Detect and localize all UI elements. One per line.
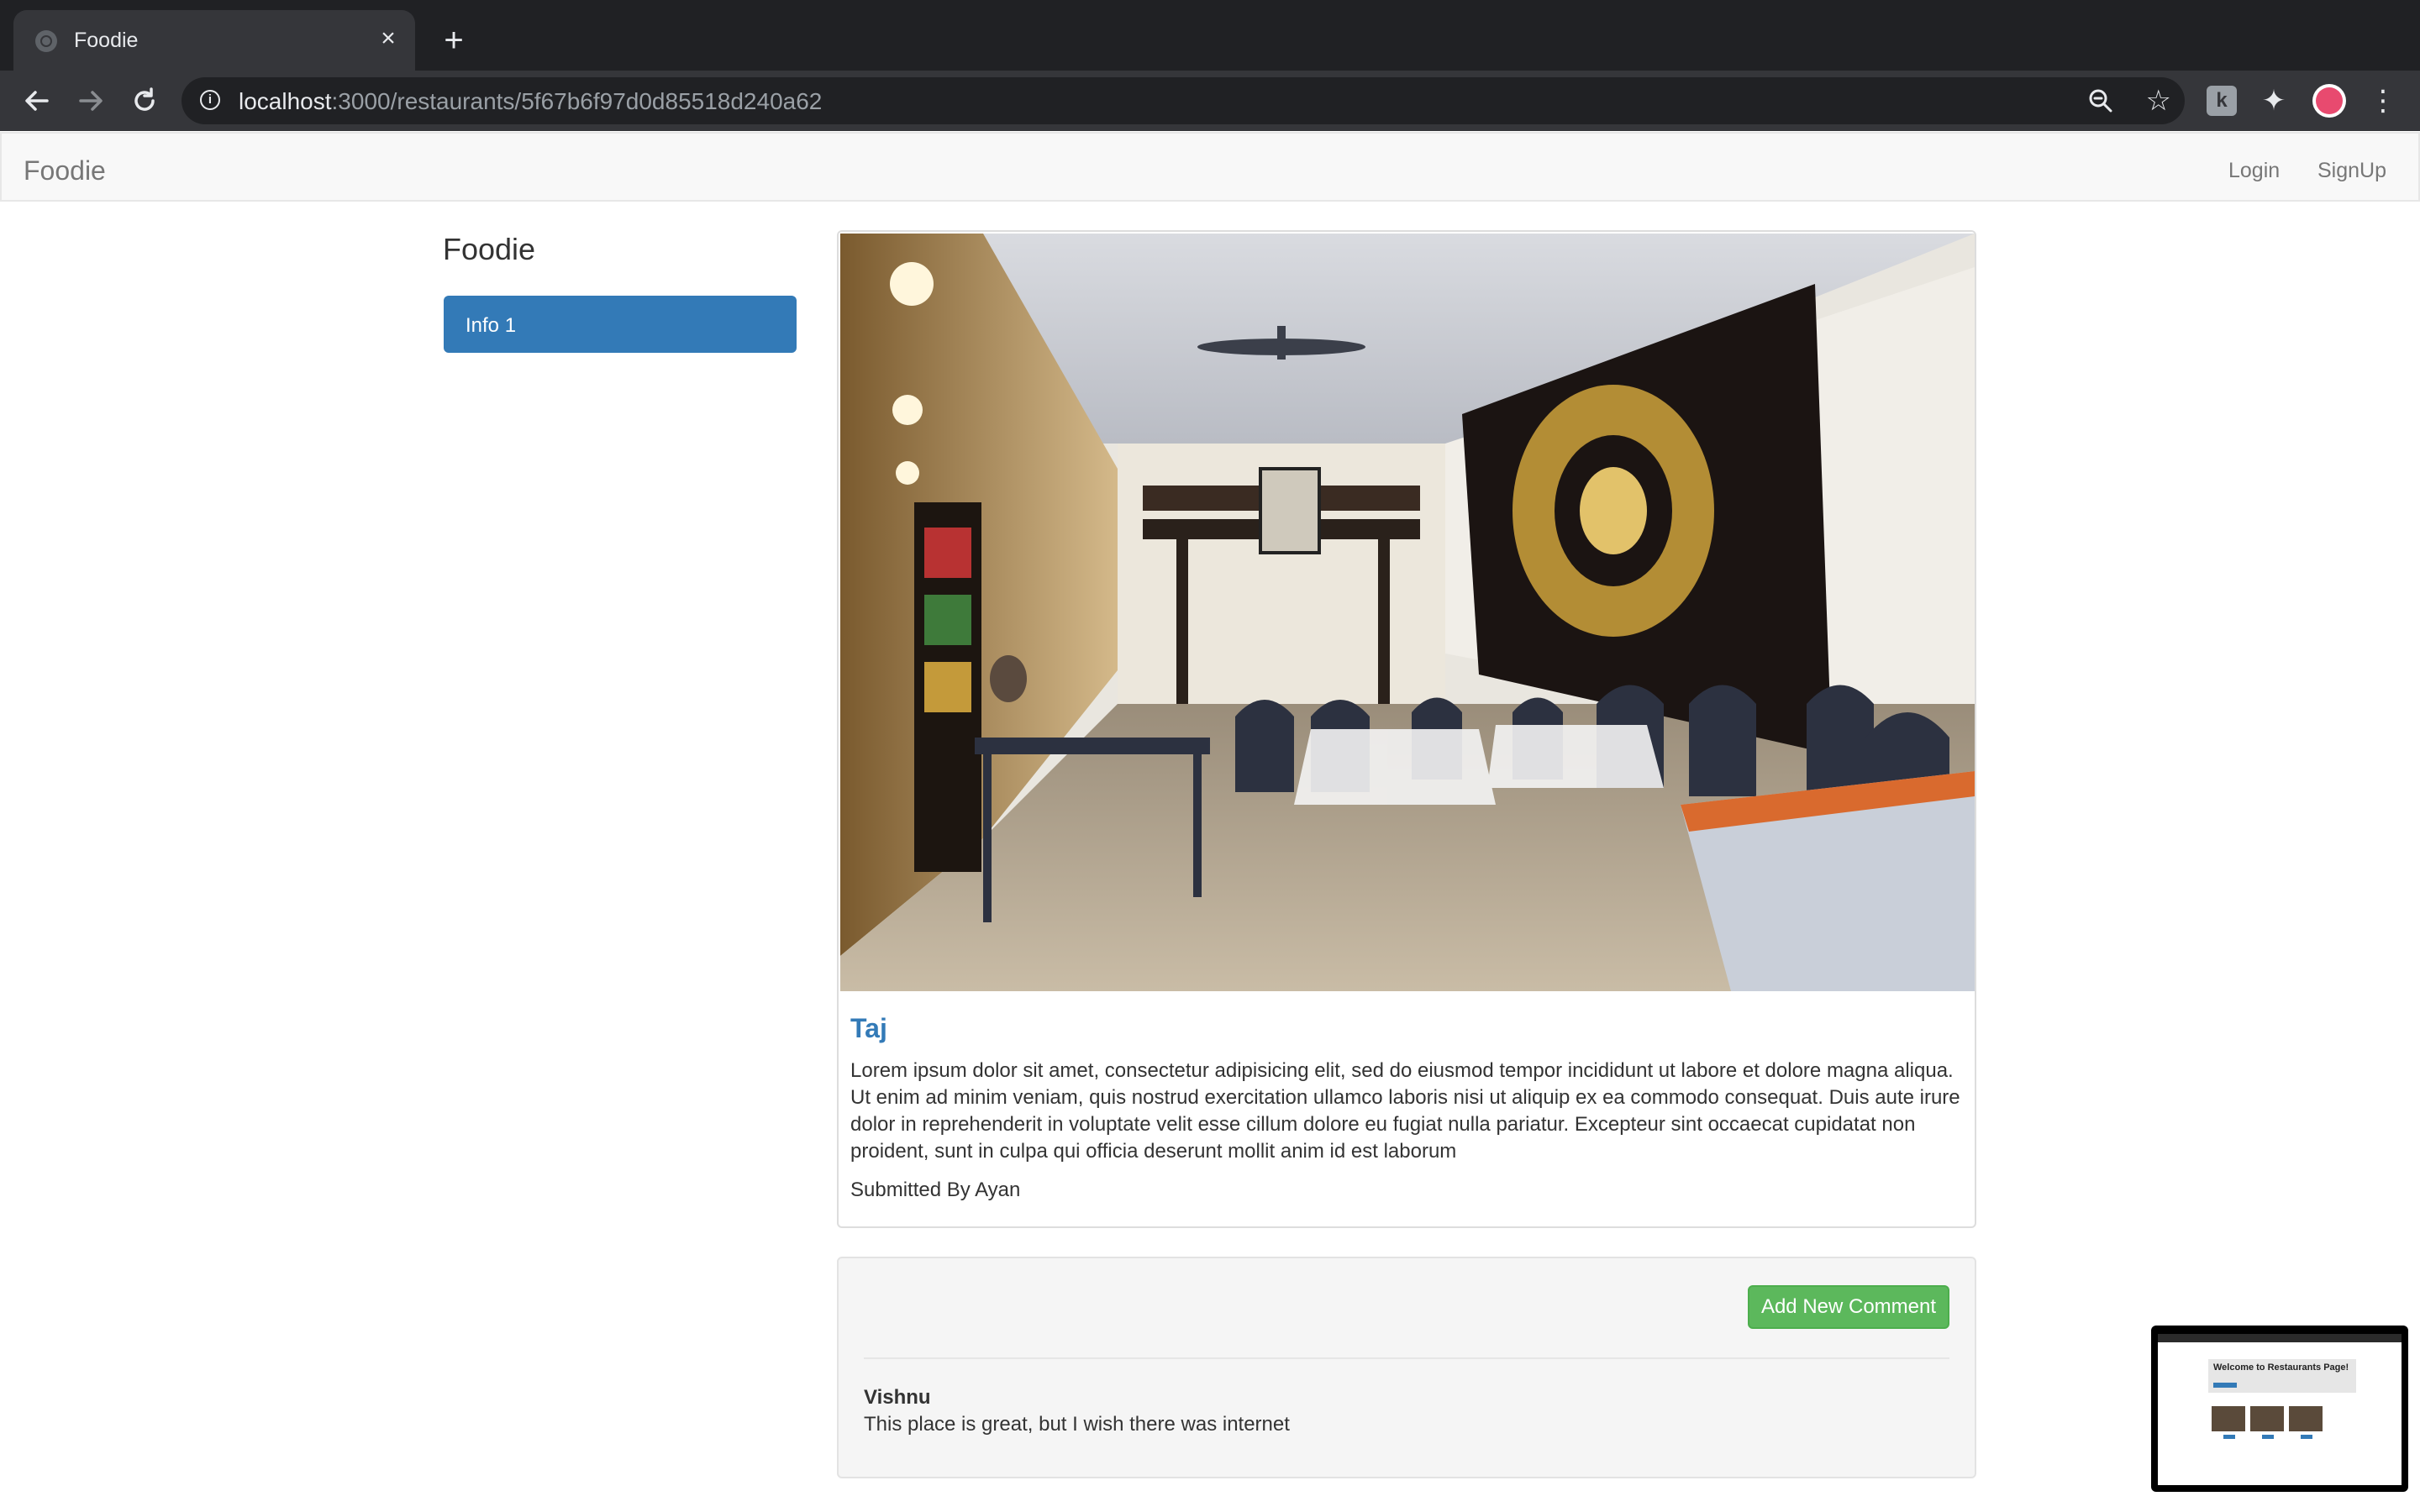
signup-link[interactable]: SignUp: [2317, 159, 2386, 183]
tab-title: Foodie: [74, 29, 139, 52]
thumbnail-browser-bar: [2158, 1334, 2402, 1342]
restaurant-name[interactable]: Taj: [850, 1013, 1965, 1044]
address-bar[interactable]: i localhost:3000/restaurants/5f67b6f97d0…: [182, 77, 2185, 124]
url-text[interactable]: localhost:3000/restaurants/5f67b6f97d0d8…: [239, 88, 822, 115]
puzzle-icon[interactable]: ✦: [2259, 86, 2289, 116]
comment-text: This place is great, but I wish there wa…: [864, 1413, 1290, 1436]
close-icon[interactable]: ×: [373, 24, 403, 54]
restaurant-card: Taj Lorem ipsum dolor sit amet, consecte…: [837, 230, 1976, 1228]
thumbnail-button: [2301, 1435, 2312, 1439]
restaurant-caption: Taj Lorem ipsum dolor sit amet, consecte…: [850, 1013, 1965, 1202]
bookmark-star-icon[interactable]: ☆: [2146, 82, 2171, 119]
thumbnail-image: [2212, 1406, 2245, 1431]
reload-icon[interactable]: [126, 82, 163, 119]
extension-icon[interactable]: k: [2207, 86, 2237, 116]
restaurant-description: Lorem ipsum dolor sit amet, consectetur …: [850, 1059, 1960, 1163]
browser-tab[interactable]: Foodie ×: [13, 10, 415, 71]
forward-arrow-icon[interactable]: [72, 82, 109, 119]
browser-tabstrip: Foodie × +: [0, 0, 2420, 71]
menu-dots-icon[interactable]: ⋮: [2368, 86, 2398, 116]
thumbnail-title: Welcome to Restaurants Page!: [2213, 1362, 2349, 1373]
profile-avatar-icon[interactable]: [2312, 84, 2346, 118]
thumbnail-button: [2213, 1383, 2237, 1388]
comment-author: Vishnu: [864, 1386, 931, 1409]
thumbnail-button: [2262, 1435, 2274, 1439]
new-tab-plus-icon[interactable]: +: [437, 24, 471, 57]
thumbnail-page: Welcome to Restaurants Page!: [2158, 1334, 2402, 1485]
comments-well: Add New Comment Vishnu This place is gre…: [837, 1257, 1976, 1478]
info-icon[interactable]: i: [200, 90, 220, 110]
sidebar-item-info-1[interactable]: Info 1: [444, 296, 797, 353]
thumbnail-image: [2289, 1406, 2323, 1431]
thumbnail-jumbotron: Welcome to Restaurants Page!: [2208, 1359, 2356, 1393]
navbar-brand[interactable]: Foodie: [24, 155, 106, 186]
add-new-comment-button[interactable]: Add New Comment: [1748, 1285, 1949, 1329]
back-arrow-icon[interactable]: [18, 82, 55, 119]
thumbnail-image: [2250, 1406, 2284, 1431]
browser-toolbar: i localhost:3000/restaurants/5f67b6f97d0…: [0, 71, 2420, 131]
globe-icon: [35, 30, 57, 52]
submitted-by: Submitted By Ayan: [850, 1179, 1021, 1201]
thumbnail-button: [2223, 1435, 2235, 1439]
sidebar-title: Foodie: [443, 232, 536, 266]
divider: [864, 1357, 1949, 1359]
screen-preview-thumbnail[interactable]: Welcome to Restaurants Page!: [2151, 1326, 2408, 1492]
zoom-icon[interactable]: [2086, 86, 2116, 116]
site-navbar: Foodie Login SignUp: [0, 132, 2420, 202]
login-link[interactable]: Login: [2228, 159, 2280, 183]
restaurant-photo: [840, 234, 1975, 991]
